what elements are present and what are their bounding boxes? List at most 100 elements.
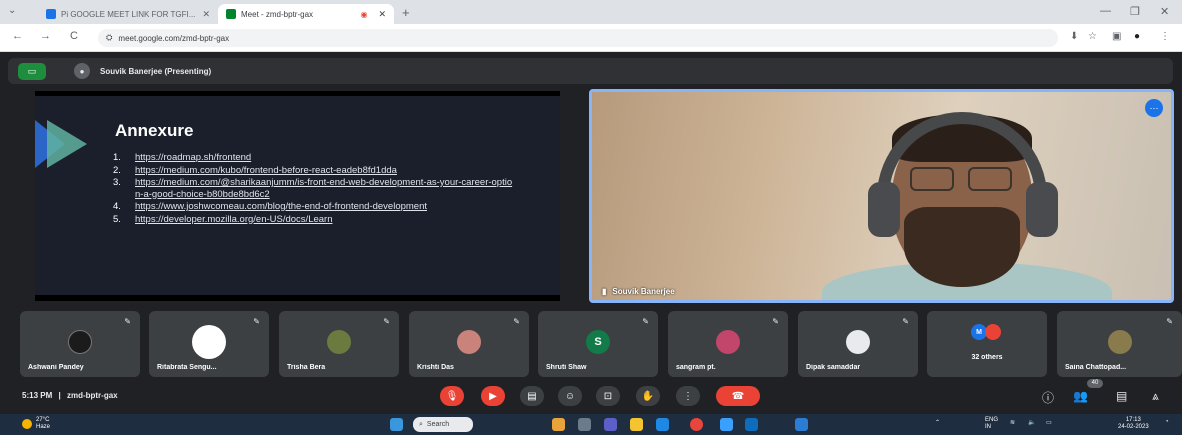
meeting-info: 5:13 PM | zmd-bptr-gax — [22, 391, 118, 400]
mic-off-icon: ✎ — [253, 317, 260, 326]
edge-icon[interactable] — [656, 418, 669, 431]
wifi-icon[interactable]: ≋ — [1010, 420, 1015, 427]
tab-meet-active[interactable]: Meet - zmd-bptr-gax ◉ ✕ — [218, 4, 394, 24]
close-tab-icon[interactable]: ✕ — [202, 9, 210, 20]
taskbar-search[interactable]: ⌕ Search — [413, 417, 473, 432]
mic-toggle-button[interactable]: 🎙 — [440, 386, 464, 406]
presenting-label: Souvik Banerjee (Presenting) — [100, 66, 212, 76]
task-view-icon[interactable] — [578, 418, 591, 431]
end-call-button[interactable]: ☎ — [716, 386, 760, 406]
list-number: 4. — [113, 201, 121, 212]
browser-menu-icon[interactable]: ⋮ — [1160, 31, 1170, 42]
battery-icon[interactable]: ▭ — [1046, 420, 1052, 427]
camera-toggle-button[interactable]: ▶ — [481, 386, 505, 406]
window-close-icon[interactable]: ✕ — [1160, 5, 1169, 18]
link: https://roadmap.sh/frontend — [135, 152, 252, 163]
minimize-icon[interactable]: — — [1100, 5, 1111, 17]
weather-sun-icon — [22, 419, 32, 429]
participant-tile[interactable]: ✎ Dipak samaddar — [798, 311, 918, 377]
volume-icon[interactable]: 🔈 — [1028, 420, 1035, 427]
participant-tile[interactable]: ✎ S Shruti Shaw — [538, 311, 658, 377]
chrome-icon[interactable] — [690, 418, 703, 431]
taskbar-app-icon[interactable] — [552, 418, 565, 431]
participant-tile[interactable]: ✎ Trisha Bera — [279, 311, 399, 377]
present-icon: ▭ — [27, 65, 37, 76]
avatar — [327, 330, 351, 354]
address-bar-row: ← → C ⛭ meet.google.com/zmd-bptr-gax ⬇ ☆… — [0, 24, 1182, 52]
presenter-avatar: ● — [74, 63, 90, 79]
chat-icon[interactable]: ▤ — [1116, 389, 1127, 403]
activities-icon[interactable]: ⩓ — [1152, 389, 1159, 404]
camera-permission-icon[interactable]: ⬇ — [1070, 31, 1078, 42]
participant-name: Dipak samaddar — [806, 364, 861, 371]
reload-button[interactable]: C — [70, 30, 78, 42]
weather-desc: Haze — [36, 424, 51, 430]
captions-button[interactable]: ▤ — [520, 386, 544, 406]
participant-tile[interactable]: ✎ Saina Chattopad... — [1057, 311, 1182, 377]
store-icon[interactable] — [720, 418, 733, 431]
present-now-button[interactable]: ⊡ — [596, 386, 620, 406]
presenter-video-tile[interactable]: ⋯ ▮ Souvik Banerjee — [589, 89, 1174, 303]
pdf-favicon-icon — [46, 9, 56, 19]
slide-link-list: 1. https://roadmap.sh/frontend 2. https://… — [113, 152, 513, 226]
tab-meet-link[interactable]: Pi GOOGLE MEET LINK FOR TGFI... ✕ — [38, 4, 218, 24]
presenter-video-feed — [822, 112, 1112, 300]
maximize-icon[interactable]: ❐ — [1130, 5, 1140, 18]
reactions-button[interactable]: ☺ — [558, 386, 582, 406]
tray-overflow-icon[interactable]: ⌃ — [935, 420, 940, 427]
present-icon: ▮ — [602, 287, 607, 296]
link: https://medium.com/@sharikaanjumm/is-fro… — [135, 177, 513, 200]
participant-tile[interactable]: ✎ sangram pt. — [668, 311, 788, 377]
present-screen-button[interactable]: ▭ — [18, 62, 46, 80]
mic-off-icon: ✎ — [513, 317, 520, 326]
list-item: 3. https://medium.com/@sharikaanjumm/is-f… — [113, 177, 513, 200]
bookmark-star-icon[interactable]: ☆ — [1088, 31, 1097, 42]
raise-hand-button[interactable]: ✋ — [636, 386, 660, 406]
teams-icon[interactable] — [604, 418, 617, 431]
omnibox[interactable]: ⛭ meet.google.com/zmd-bptr-gax — [98, 29, 1058, 47]
side-panel-icon[interactable]: ▣ — [1112, 31, 1121, 42]
meeting-time: 5:13 PM — [22, 391, 53, 400]
profile-avatar[interactable]: ● — [1134, 31, 1140, 42]
participant-count-badge: 40 — [1087, 379, 1103, 388]
mail-icon[interactable] — [745, 418, 758, 431]
close-tab-icon[interactable]: ✕ — [378, 9, 386, 20]
avatar — [192, 325, 226, 359]
list-number: 5. — [113, 213, 121, 225]
file-explorer-icon[interactable] — [630, 418, 643, 431]
others-tile[interactable]: M 32 others — [927, 311, 1047, 377]
url-text: meet.google.com/zmd-bptr-gax — [118, 33, 230, 43]
participant-tile[interactable]: ✎ Krishti Das — [409, 311, 529, 377]
start-windows-icon[interactable] — [390, 418, 403, 431]
new-tab-button[interactable]: + — [402, 5, 410, 20]
mic-off-icon: ✎ — [383, 317, 390, 326]
meeting-code: zmd-bptr-gax — [66, 391, 118, 400]
more-options-button[interactable]: ⋮ — [676, 386, 700, 406]
tab-label: Meet - zmd-bptr-gax — [241, 9, 314, 19]
participant-name: Trisha Bera — [287, 364, 326, 371]
people-icon[interactable]: 👥 — [1073, 389, 1088, 403]
search-icon: ⌕ — [419, 420, 423, 428]
taskbar-clock[interactable]: 17:13 24-02-2023 — [1118, 417, 1149, 431]
meeting-details-icon[interactable]: ⓘ — [1042, 389, 1054, 406]
language-indicator[interactable]: ENG IN — [985, 417, 998, 431]
participant-name: Souvik Banerjee — [612, 287, 675, 296]
avatar — [716, 330, 740, 354]
participant-tile[interactable]: ✎ Ritabrata Sengu... — [149, 311, 269, 377]
hand-icon: ✋ — [641, 390, 655, 402]
word-icon[interactable] — [795, 418, 808, 431]
participant-name: Saina Chattopad... — [1065, 364, 1127, 371]
weather-widget[interactable]: 27°C Haze — [22, 417, 50, 431]
back-button[interactable]: ← — [12, 30, 23, 42]
notifications-icon[interactable]: ◔ — [1165, 419, 1169, 426]
forward-button[interactable]: → — [40, 30, 51, 42]
tile-options-icon[interactable]: ⋯ — [1145, 99, 1163, 117]
tab-search-icon[interactable]: ⌄ — [8, 5, 16, 16]
mic-off-icon: ✎ — [1166, 317, 1173, 326]
list-number: 1. — [113, 152, 121, 163]
clock-date: 24-02-2023 — [1118, 424, 1149, 430]
participant-tile[interactable]: ✎ Ashwani Pandey — [20, 311, 140, 377]
site-info-icon[interactable]: ⛭ — [106, 33, 112, 43]
avatar — [985, 324, 1001, 340]
emoji-icon: ☺ — [564, 390, 576, 402]
